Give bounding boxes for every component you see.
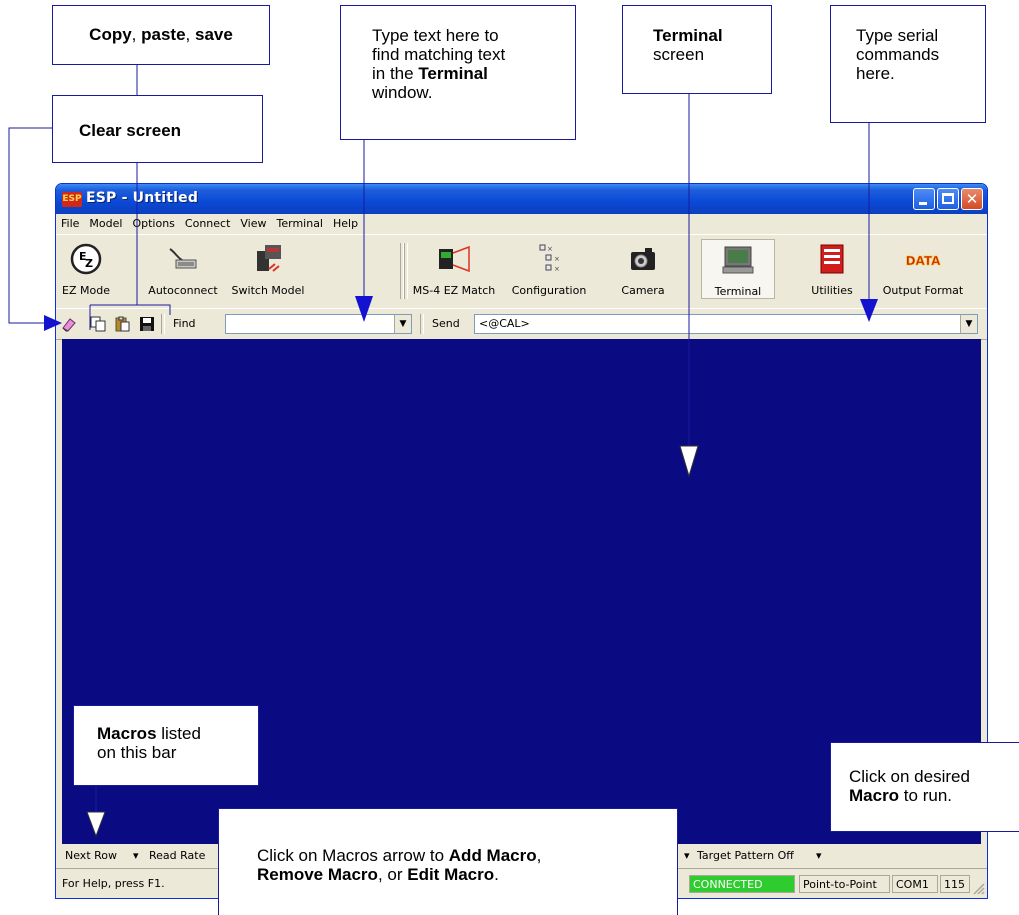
macro-arrow-icon[interactable]: ▾ (684, 844, 690, 868)
menu-bar: File Model Options Connect View Terminal Help (56, 214, 987, 234)
camera-icon (631, 248, 655, 270)
toolbar-separator (404, 243, 408, 299)
maximize-button[interactable] (937, 188, 959, 210)
find-label: Find (173, 317, 196, 330)
title-bar[interactable]: ESP ESP - Untitled ✕ (56, 184, 987, 214)
terminal-icon (722, 246, 754, 274)
scanner-icon (439, 245, 470, 273)
copy-icon[interactable] (90, 316, 106, 332)
send-dropdown-arrow-icon[interactable]: ▼ (960, 315, 977, 333)
findbar-separator (161, 314, 165, 334)
camera-label: Camera (621, 284, 665, 297)
minimize-icon (919, 202, 927, 205)
find-dropdown-arrow-icon[interactable]: ▼ (394, 315, 411, 333)
menu-terminal[interactable]: Terminal (272, 214, 329, 234)
ms4-ez-match-label: MS-4 EZ Match (412, 284, 496, 297)
main-toolbar: E Z EZ Mode Autoconnect Switch Model MS-… (56, 234, 987, 309)
menu-file[interactable]: File (56, 214, 84, 234)
send-label: Send (432, 317, 460, 330)
callout-serial-commands: Type serial commands here. (830, 5, 986, 123)
find-send-bar: Find ▼ Send <@CAL> ▼ (56, 308, 987, 340)
macro-arrow-icon[interactable]: ▾ (133, 844, 139, 868)
macro-target-pattern-off[interactable]: Target Pattern Off (697, 844, 794, 868)
cable-icon (169, 248, 197, 269)
callout-terminal: Terminal screen (622, 5, 772, 94)
macro-read-rate[interactable]: Read Rate (149, 844, 205, 868)
utilities-label: Utilities (811, 284, 853, 297)
ez-mode-label: EZ Mode (62, 284, 110, 297)
findbar-separator (420, 314, 424, 334)
ez-mode-icon: E Z (70, 243, 102, 275)
output-format-label: Output Format (882, 284, 964, 297)
callout-macros-bar: Macros listed on this bar (73, 705, 259, 786)
send-combo[interactable]: <@CAL> ▼ (474, 314, 978, 334)
switch-model-label: Switch Model (231, 284, 305, 297)
autoconnect-label: Autoconnect (148, 284, 218, 297)
output-format-button[interactable]: DATA Output Format (877, 243, 969, 297)
switch-model-button[interactable]: Switch Model (228, 243, 308, 297)
eraser-icon[interactable] (61, 316, 77, 332)
connection-status: CONNECTED (689, 875, 795, 893)
menu-model[interactable]: Model (84, 214, 127, 234)
autoconnect-button[interactable]: Autoconnect (146, 243, 220, 297)
tree-config-icon: × × × (539, 244, 560, 273)
utilities-button[interactable]: Utilities (802, 243, 862, 297)
callout-find: Type text here to find matching text in … (340, 5, 576, 140)
minimize-button[interactable] (913, 188, 935, 210)
terminal-toolbar-label: Terminal (714, 285, 762, 298)
send-input[interactable]: <@CAL> (479, 317, 530, 330)
svg-text:×: × (554, 255, 560, 263)
baud-status: 115 (940, 875, 970, 893)
macro-next-row[interactable]: Next Row (65, 844, 117, 868)
connector-line (8, 127, 52, 324)
maximize-icon (942, 193, 954, 204)
svg-text:Z: Z (85, 257, 93, 270)
find-combo[interactable]: ▼ (225, 314, 412, 334)
mode-status: Point-to-Point (799, 875, 890, 893)
resize-grip-icon[interactable] (971, 881, 985, 895)
svg-text:×: × (554, 265, 560, 273)
macro-arrow-icon[interactable]: ▾ (816, 844, 822, 868)
toolbox-icon (820, 244, 844, 274)
help-status-text: For Help, press F1. (62, 877, 165, 890)
ez-mode-button[interactable]: E Z EZ Mode (60, 243, 112, 297)
callout-clear-screen: Clear screen (52, 95, 263, 163)
svg-text:DATA: DATA (906, 254, 942, 268)
camera-button[interactable]: Camera (613, 243, 673, 297)
window-title: ESP - Untitled (86, 190, 199, 206)
callout-run-macro: Click on desired Macro to run. (830, 742, 1019, 832)
svg-text:×: × (547, 245, 553, 253)
menu-view[interactable]: View (235, 214, 271, 234)
callout-macros-arrow: Click on Macros arrow to Add Macro, Remo… (218, 808, 678, 915)
esp-app-icon: ESP (62, 192, 82, 207)
configuration-button[interactable]: × × × Configuration (508, 243, 590, 297)
close-icon: ✕ (965, 190, 979, 208)
port-status: COM1 (892, 875, 938, 893)
data-icon: DATA (905, 254, 942, 269)
terminal-toolbar-button[interactable]: Terminal (701, 239, 775, 299)
save-icon[interactable] (139, 316, 155, 332)
menu-connect[interactable]: Connect (180, 214, 235, 234)
paste-icon[interactable] (114, 316, 130, 332)
configuration-label: Configuration (511, 284, 587, 297)
menu-help[interactable]: Help (328, 214, 363, 234)
ms4-ez-match-button[interactable]: MS-4 EZ Match (411, 243, 497, 297)
close-button[interactable]: ✕ (961, 188, 983, 210)
reader-model-icon (257, 245, 281, 272)
callout-copy-paste-save: Copy, paste, save (52, 5, 270, 65)
menu-options[interactable]: Options (127, 214, 179, 234)
